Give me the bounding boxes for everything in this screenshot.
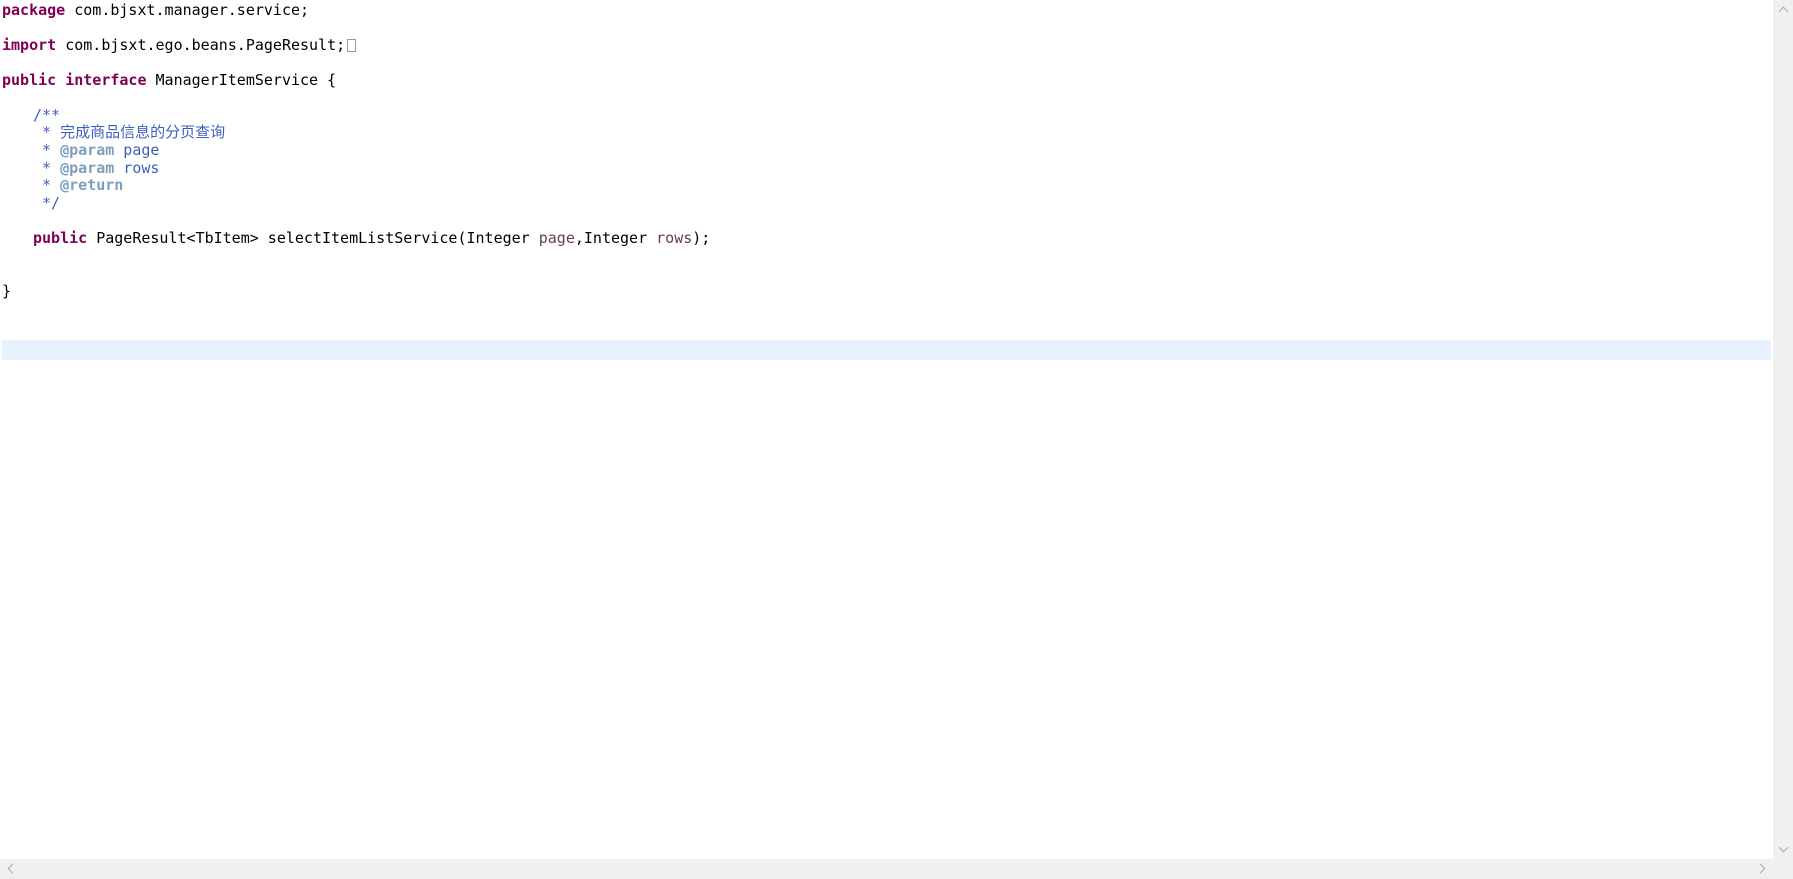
keyword: package <box>2 1 66 19</box>
current-line-highlight <box>2 340 1771 360</box>
code-text: ,Integer <box>574 229 657 247</box>
javadoc-text: * <box>33 176 61 194</box>
scrollbar-corner <box>1773 859 1793 879</box>
vertical-scrollbar[interactable] <box>1773 0 1793 859</box>
code-line-import: import com.bjsxt.ego.beans.PageResult; <box>2 35 357 55</box>
code-line-closing-brace: } <box>2 281 11 301</box>
keyword: public <box>2 71 57 89</box>
javadoc-line: * @return <box>33 175 123 195</box>
folded-imports-icon[interactable] <box>347 39 357 52</box>
keyword: import <box>2 36 57 54</box>
javadoc-tag: @return <box>60 176 124 194</box>
javadoc-line: */ <box>33 193 60 213</box>
code-line-package: package com.bjsxt.manager.service; <box>2 0 309 20</box>
scroll-down-icon[interactable] <box>1773 839 1793 857</box>
code-line-method-declaration: public PageResult<TbItem> selectItemList… <box>33 228 710 248</box>
javadoc-text: * <box>33 141 61 159</box>
code-text: com.bjsxt.ego.beans.PageResult; <box>56 36 346 54</box>
code-text: ); <box>692 229 711 247</box>
code-text: ManagerItemService { <box>146 71 337 89</box>
javadoc-text: page <box>114 141 160 159</box>
parameter-name: page <box>538 229 575 247</box>
code-editor[interactable]: package com.bjsxt.manager.service; impor… <box>0 0 1793 879</box>
code-text-area[interactable]: package com.bjsxt.manager.service; impor… <box>0 0 1773 859</box>
scroll-right-icon[interactable] <box>1753 859 1771 879</box>
code-text: com.bjsxt.manager.service; <box>65 1 310 19</box>
javadoc-line: * @param page <box>33 140 159 160</box>
horizontal-scrollbar[interactable] <box>0 859 1773 879</box>
keyword: interface <box>65 71 147 89</box>
scroll-left-icon[interactable] <box>2 859 20 879</box>
javadoc-text: * 完成商品信息的分页查询 <box>33 123 226 141</box>
javadoc-line: * 完成商品信息的分页查询 <box>33 122 225 142</box>
code-text: } <box>2 282 12 300</box>
parameter-name: rows <box>656 229 693 247</box>
keyword: public <box>33 229 88 247</box>
javadoc-text: */ <box>33 194 61 212</box>
code-line-interface-declaration: public interface ManagerItemService { <box>2 70 336 90</box>
code-text: PageResult<TbItem> selectItemListService… <box>87 229 539 247</box>
javadoc-tag: @param <box>60 141 115 159</box>
scroll-up-icon[interactable] <box>1773 2 1793 20</box>
